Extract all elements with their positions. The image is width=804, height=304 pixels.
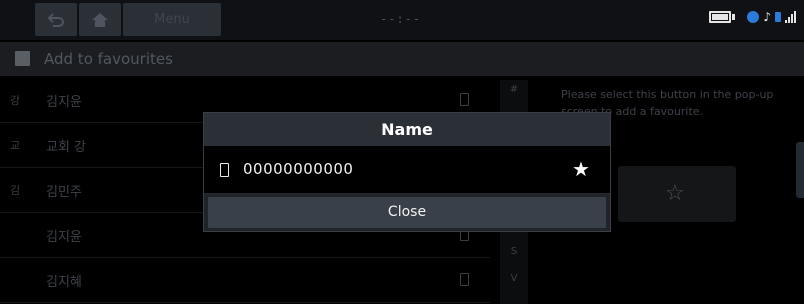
number-row[interactable]: 00000000000 ★ [204,146,610,194]
music-note-icon: ♪ [763,10,771,24]
signal-icon [785,11,796,23]
index-letter: 교 [10,139,21,152]
bookmark-icon [15,51,30,66]
index-char[interactable]: # [500,84,528,95]
phone-icon [775,12,781,22]
clock-display: --:-- [380,12,422,26]
star-outline-icon: ☆ [665,181,685,206]
phone-icon [460,273,469,286]
add-favourite-tile[interactable]: ☆ [618,166,736,222]
menu-button[interactable]: Menu [123,3,221,36]
index-char[interactable]: V [500,273,528,284]
name-dialog: Name 00000000000 ★ Close [203,112,611,232]
phone-number: 00000000000 [243,160,354,178]
star-filled-icon[interactable]: ★ [572,157,590,181]
contact-name: 김민주 [46,185,82,200]
index-char[interactable]: S [500,246,528,257]
back-arrow-icon [47,12,64,27]
bluetooth-icon [747,11,760,23]
contact-row[interactable]: 김지혜 [0,258,490,303]
dialog-title: Name [204,113,610,146]
contact-name: 김지윤 [46,95,82,110]
side-panel-handle[interactable] [796,142,804,198]
top-bar: Menu --:-- ♪ [0,0,804,40]
index-letter: 김 [10,184,21,197]
close-button[interactable]: Close [208,197,606,228]
phone-icon [460,93,469,106]
battery-icon [709,11,732,23]
index-letter: 강 [10,94,21,107]
phone-icon [220,163,229,177]
favourites-title: Add to favourites [44,50,173,68]
favourites-header: Add to favourites [0,42,804,76]
back-button[interactable] [35,3,77,36]
contact-name: 김지혜 [46,275,82,290]
contact-name: 김지윤 [46,230,82,245]
status-icons: ♪ [709,10,796,24]
home-icon [92,12,108,27]
contact-name: 교회 강 [46,140,87,155]
home-button[interactable] [79,3,121,36]
battery-tip [732,14,736,20]
